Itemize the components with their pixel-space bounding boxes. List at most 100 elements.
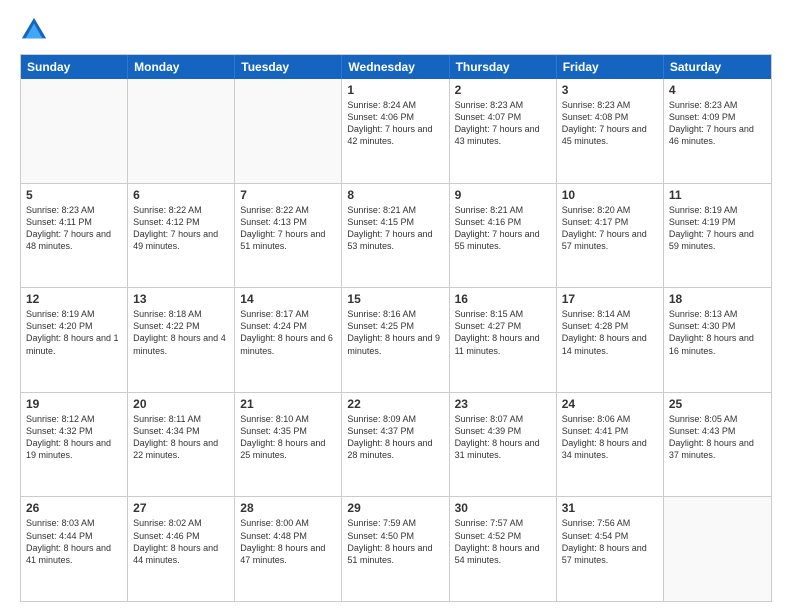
day-info: Sunrise: 8:00 AMSunset: 4:48 PMDaylight:…: [240, 517, 336, 566]
day-info: Sunrise: 8:10 AMSunset: 4:35 PMDaylight:…: [240, 413, 336, 462]
calendar-cell: 4 Sunrise: 8:23 AMSunset: 4:09 PMDaylight…: [664, 79, 771, 183]
day-info: Sunrise: 8:12 AMSunset: 4:32 PMDaylight:…: [26, 413, 122, 462]
header-day-tuesday: Tuesday: [235, 55, 342, 79]
day-info: Sunrise: 8:19 AMSunset: 4:20 PMDaylight:…: [26, 308, 122, 357]
day-number: 29: [347, 501, 443, 515]
day-number: 13: [133, 292, 229, 306]
day-info: Sunrise: 8:17 AMSunset: 4:24 PMDaylight:…: [240, 308, 336, 357]
calendar-row-1: 1 Sunrise: 8:24 AMSunset: 4:06 PMDaylight…: [21, 79, 771, 183]
calendar-cell: 26 Sunrise: 8:03 AMSunset: 4:44 PMDayligh…: [21, 497, 128, 601]
day-info: Sunrise: 7:59 AMSunset: 4:50 PMDaylight:…: [347, 517, 443, 566]
day-number: 26: [26, 501, 122, 515]
calendar-header: SundayMondayTuesdayWednesdayThursdayFrid…: [21, 55, 771, 79]
calendar: SundayMondayTuesdayWednesdayThursdayFrid…: [20, 54, 772, 602]
calendar-cell: 25 Sunrise: 8:05 AMSunset: 4:43 PMDayligh…: [664, 393, 771, 497]
calendar-cell: 10Sunrise: 8:20 AMSunset: 4:17 PMDayligh…: [557, 184, 664, 288]
day-info: Sunrise: 8:07 AMSunset: 4:39 PMDaylight:…: [455, 413, 551, 462]
day-info: Sunrise: 8:19 AMSunset: 4:19 PMDaylight:…: [669, 204, 766, 253]
calendar-cell: [128, 79, 235, 183]
logo: [20, 16, 52, 44]
logo-icon: [20, 16, 48, 44]
day-info: Sunrise: 7:57 AMSunset: 4:52 PMDaylight:…: [455, 517, 551, 566]
day-info: Sunrise: 7:56 AMSunset: 4:54 PMDaylight:…: [562, 517, 658, 566]
day-info: Sunrise: 8:15 AMSunset: 4:27 PMDaylight:…: [455, 308, 551, 357]
header-day-sunday: Sunday: [21, 55, 128, 79]
day-info: Sunrise: 8:03 AMSunset: 4:44 PMDaylight:…: [26, 517, 122, 566]
day-number: 17: [562, 292, 658, 306]
calendar-cell: 16 Sunrise: 8:15 AMSunset: 4:27 PMDayligh…: [450, 288, 557, 392]
page: SundayMondayTuesdayWednesdayThursdayFrid…: [0, 0, 792, 612]
calendar-cell: 12Sunrise: 8:19 AMSunset: 4:20 PMDayligh…: [21, 288, 128, 392]
day-info: Sunrise: 8:02 AMSunset: 4:46 PMDaylight:…: [133, 517, 229, 566]
calendar-cell: 6 Sunrise: 8:22 AMSunset: 4:12 PMDaylight…: [128, 184, 235, 288]
day-number: 3: [562, 83, 658, 97]
calendar-cell: 22Sunrise: 8:09 AMSunset: 4:37 PMDayligh…: [342, 393, 449, 497]
day-number: 16: [455, 292, 551, 306]
calendar-cell: [664, 497, 771, 601]
day-number: 25: [669, 397, 766, 411]
calendar-cell: 8 Sunrise: 8:21 AMSunset: 4:15 PMDaylight…: [342, 184, 449, 288]
day-number: 1: [347, 83, 443, 97]
day-number: 9: [455, 188, 551, 202]
day-number: 24: [562, 397, 658, 411]
day-info: Sunrise: 8:22 AMSunset: 4:13 PMDaylight:…: [240, 204, 336, 253]
day-number: 6: [133, 188, 229, 202]
calendar-body: 1 Sunrise: 8:24 AMSunset: 4:06 PMDaylight…: [21, 79, 771, 601]
calendar-cell: 9 Sunrise: 8:21 AMSunset: 4:16 PMDaylight…: [450, 184, 557, 288]
calendar-cell: 24 Sunrise: 8:06 AMSunset: 4:41 PMDayligh…: [557, 393, 664, 497]
day-info: Sunrise: 8:13 AMSunset: 4:30 PMDaylight:…: [669, 308, 766, 357]
day-number: 30: [455, 501, 551, 515]
header-day-monday: Monday: [128, 55, 235, 79]
day-info: Sunrise: 8:22 AMSunset: 4:12 PMDaylight:…: [133, 204, 229, 253]
day-info: Sunrise: 8:21 AMSunset: 4:15 PMDaylight:…: [347, 204, 443, 253]
calendar-row-4: 19 Sunrise: 8:12 AMSunset: 4:32 PMDayligh…: [21, 392, 771, 497]
day-number: 7: [240, 188, 336, 202]
calendar-row-3: 12Sunrise: 8:19 AMSunset: 4:20 PMDayligh…: [21, 287, 771, 392]
calendar-cell: 21Sunrise: 8:10 AMSunset: 4:35 PMDayligh…: [235, 393, 342, 497]
day-info: Sunrise: 8:23 AMSunset: 4:07 PMDaylight:…: [455, 99, 551, 148]
header-day-friday: Friday: [557, 55, 664, 79]
day-number: 2: [455, 83, 551, 97]
day-number: 4: [669, 83, 766, 97]
day-info: Sunrise: 8:14 AMSunset: 4:28 PMDaylight:…: [562, 308, 658, 357]
calendar-cell: 14Sunrise: 8:17 AMSunset: 4:24 PMDayligh…: [235, 288, 342, 392]
day-number: 27: [133, 501, 229, 515]
day-info: Sunrise: 8:24 AMSunset: 4:06 PMDaylight:…: [347, 99, 443, 148]
calendar-cell: 17 Sunrise: 8:14 AMSunset: 4:28 PMDayligh…: [557, 288, 664, 392]
calendar-cell: 3Sunrise: 8:23 AMSunset: 4:08 PMDaylight…: [557, 79, 664, 183]
calendar-cell: 13Sunrise: 8:18 AMSunset: 4:22 PMDayligh…: [128, 288, 235, 392]
day-info: Sunrise: 8:06 AMSunset: 4:41 PMDaylight:…: [562, 413, 658, 462]
calendar-cell: [21, 79, 128, 183]
calendar-cell: 18 Sunrise: 8:13 AMSunset: 4:30 PMDayligh…: [664, 288, 771, 392]
calendar-row-2: 5Sunrise: 8:23 AMSunset: 4:11 PMDaylight…: [21, 183, 771, 288]
calendar-cell: [235, 79, 342, 183]
calendar-cell: 23 Sunrise: 8:07 AMSunset: 4:39 PMDayligh…: [450, 393, 557, 497]
calendar-row-5: 26 Sunrise: 8:03 AMSunset: 4:44 PMDayligh…: [21, 496, 771, 601]
day-info: Sunrise: 8:09 AMSunset: 4:37 PMDaylight:…: [347, 413, 443, 462]
day-number: 28: [240, 501, 336, 515]
day-number: 8: [347, 188, 443, 202]
calendar-cell: 28 Sunrise: 8:00 AMSunset: 4:48 PMDayligh…: [235, 497, 342, 601]
day-number: 19: [26, 397, 122, 411]
day-number: 31: [562, 501, 658, 515]
day-number: 18: [669, 292, 766, 306]
day-info: Sunrise: 8:21 AMSunset: 4:16 PMDaylight:…: [455, 204, 551, 253]
day-number: 15: [347, 292, 443, 306]
day-number: 20: [133, 397, 229, 411]
day-number: 5: [26, 188, 122, 202]
day-info: Sunrise: 8:23 AMSunset: 4:09 PMDaylight:…: [669, 99, 766, 148]
day-number: 23: [455, 397, 551, 411]
day-info: Sunrise: 8:05 AMSunset: 4:43 PMDaylight:…: [669, 413, 766, 462]
calendar-cell: 15 Sunrise: 8:16 AMSunset: 4:25 PMDayligh…: [342, 288, 449, 392]
calendar-cell: 11 Sunrise: 8:19 AMSunset: 4:19 PMDayligh…: [664, 184, 771, 288]
day-number: 10: [562, 188, 658, 202]
calendar-cell: 19 Sunrise: 8:12 AMSunset: 4:32 PMDayligh…: [21, 393, 128, 497]
day-info: Sunrise: 8:11 AMSunset: 4:34 PMDaylight:…: [133, 413, 229, 462]
calendar-cell: 20 Sunrise: 8:11 AMSunset: 4:34 PMDayligh…: [128, 393, 235, 497]
day-info: Sunrise: 8:16 AMSunset: 4:25 PMDaylight:…: [347, 308, 443, 357]
calendar-cell: 7 Sunrise: 8:22 AMSunset: 4:13 PMDaylight…: [235, 184, 342, 288]
day-number: 11: [669, 188, 766, 202]
calendar-cell: 29 Sunrise: 7:59 AMSunset: 4:50 PMDayligh…: [342, 497, 449, 601]
header-day-wednesday: Wednesday: [342, 55, 449, 79]
calendar-cell: 1 Sunrise: 8:24 AMSunset: 4:06 PMDaylight…: [342, 79, 449, 183]
